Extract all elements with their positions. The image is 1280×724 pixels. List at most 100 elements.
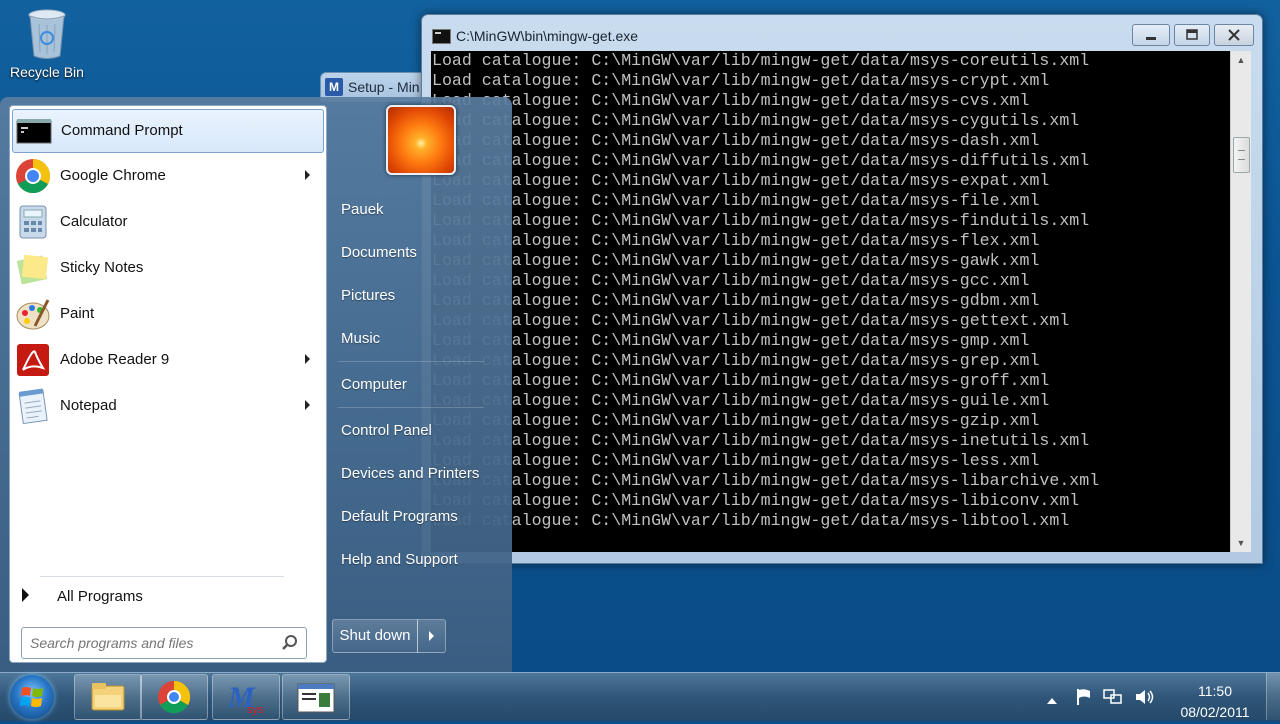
recycle-bin[interactable]: Recycle Bin xyxy=(6,6,88,80)
network-icon[interactable] xyxy=(1103,688,1123,711)
console-line: Load catalogue: C:\MinGW\var/lib/mingw-g… xyxy=(432,431,1090,450)
console-line: Load catalogue: C:\MinGW\var/lib/mingw-g… xyxy=(432,471,1100,490)
all-programs-button[interactable]: All Programs xyxy=(20,583,320,609)
console-line: Load catalogue: C:\MinGW\var/lib/mingw-g… xyxy=(432,151,1090,170)
scroll-down-icon[interactable]: ▼ xyxy=(1231,534,1251,552)
program-item-label: Paint xyxy=(60,305,95,322)
taskbar-console[interactable] xyxy=(282,674,350,720)
console-window-icon xyxy=(297,683,335,713)
sticky-notes-icon xyxy=(15,250,51,286)
taskbar-explorer[interactable] xyxy=(74,674,142,720)
console-line: Load catalogue: C:\MinGW\var/lib/mingw-g… xyxy=(432,51,1090,70)
volume-icon[interactable] xyxy=(1134,688,1156,711)
show-hidden-icons-icon[interactable] xyxy=(1047,692,1057,710)
program-item-label: Sticky Notes xyxy=(60,259,144,276)
start-link-control-panel[interactable]: Control Panel xyxy=(341,422,432,439)
divider xyxy=(40,576,284,577)
taskbar-chrome[interactable] xyxy=(140,674,208,720)
clock[interactable]: 11:50 08/02/2011 xyxy=(1165,681,1265,723)
start-link-help-and-support[interactable]: Help and Support xyxy=(341,551,458,568)
console-line: Load catalogue: C:\MinGW\var/lib/mingw-g… xyxy=(432,511,1070,530)
recycle-bin-label: Recycle Bin xyxy=(10,64,84,80)
console-line: Load catalogue: C:\MinGW\var/lib/mingw-g… xyxy=(432,71,1050,90)
console-line: Load catalogue: C:\MinGW\var/lib/mingw-g… xyxy=(432,291,1040,310)
console-line: Load catalogue: C:\MinGW\var/lib/mingw-g… xyxy=(432,491,1080,510)
divider xyxy=(338,361,484,362)
console-window-title: C:\MinGW\bin\mingw-get.exe xyxy=(456,28,639,44)
console-scrollbar[interactable]: ▲ ▼ xyxy=(1230,51,1251,552)
program-item-label: Adobe Reader 9 xyxy=(60,351,170,368)
search-input[interactable] xyxy=(28,632,272,654)
notepad-icon xyxy=(15,388,51,425)
maximize-button[interactable] xyxy=(1174,24,1210,46)
user-picture[interactable] xyxy=(386,105,456,175)
program-item-command-prompt[interactable]: Command Prompt xyxy=(12,109,324,153)
adobe-reader-icon xyxy=(15,342,51,378)
all-programs-label: All Programs xyxy=(57,588,143,605)
start-link-devices-and-printers[interactable]: Devices and Printers xyxy=(341,465,479,482)
console-line: Load catalogue: C:\MinGW\var/lib/mingw-g… xyxy=(432,311,1070,330)
scroll-up-icon[interactable]: ▲ xyxy=(1231,51,1251,69)
chrome-icon xyxy=(158,680,191,714)
program-item-label: Google Chrome xyxy=(60,167,166,184)
minimize-button[interactable] xyxy=(1132,24,1170,46)
console-line: Load catalogue: C:\MinGW\var/lib/mingw-g… xyxy=(432,351,1040,370)
explorer-icon xyxy=(91,683,125,711)
start-menu: Command Prompt Google Chrome Calculator Sti… xyxy=(0,97,512,672)
scrollbar-thumb[interactable] xyxy=(1233,137,1250,173)
shutdown-button[interactable]: Shut down xyxy=(332,619,418,653)
start-link-documents[interactable]: Documents xyxy=(341,244,417,261)
all-programs-arrow-icon xyxy=(22,588,29,602)
start-link-pauek[interactable]: Pauek xyxy=(341,201,384,218)
clock-time: 11:50 xyxy=(1198,683,1232,699)
console-line: Load catalogue: C:\MinGW\var/lib/mingw-g… xyxy=(432,251,1040,270)
msys-icon: Msys xyxy=(227,681,264,716)
svg-text:sys: sys xyxy=(247,704,264,716)
program-item-label: Command Prompt xyxy=(61,122,183,139)
chrome-icon xyxy=(15,158,51,194)
console-line: Load catalogue: C:\MinGW\var/lib/mingw-g… xyxy=(432,91,1030,110)
program-item-label: Calculator xyxy=(60,213,128,230)
start-menu-programs-pane: Command Prompt Google Chrome Calculator Sti… xyxy=(9,105,327,663)
console-output: Load catalogue: C:\MinGW\var/lib/mingw-g… xyxy=(431,51,1230,552)
program-item-paint[interactable]: Paint xyxy=(12,293,322,335)
cmd-icon xyxy=(16,113,52,149)
start-link-computer[interactable]: Computer xyxy=(341,376,407,393)
paint-icon xyxy=(15,296,51,332)
console-window[interactable]: C:\MinGW\bin\mingw-get.exe Load catalogu… xyxy=(421,14,1263,564)
recycle-bin-icon xyxy=(27,8,67,60)
console-line: Load catalogue: C:\MinGW\var/lib/mingw-g… xyxy=(432,111,1080,130)
start-button[interactable] xyxy=(10,675,54,719)
taskbar-msys[interactable]: Msys xyxy=(212,674,280,720)
console-line: Load catalogue: C:\MinGW\var/lib/mingw-g… xyxy=(432,411,1040,430)
console-window-icon xyxy=(432,29,451,44)
program-item-notepad[interactable]: Notepad xyxy=(12,385,322,427)
program-item-adobe-reader-9[interactable]: Adobe Reader 9 xyxy=(12,339,322,381)
program-item-calculator[interactable]: Calculator xyxy=(12,201,322,243)
msys-icon: M xyxy=(325,78,343,96)
submenu-arrow-icon[interactable] xyxy=(305,170,310,180)
action-center-flag-icon[interactable] xyxy=(1076,688,1092,711)
taskbar: Msys 11:50 08/02/2011 xyxy=(0,672,1280,721)
search-icon[interactable] xyxy=(282,635,298,656)
console-line: Load catalogue: C:\MinGW\var/lib/mingw-g… xyxy=(432,171,1050,190)
program-item-label: Notepad xyxy=(60,397,117,414)
divider xyxy=(338,407,484,408)
show-desktop-button[interactable] xyxy=(1266,673,1280,720)
search-box[interactable] xyxy=(21,627,307,659)
windows-logo-icon xyxy=(20,687,43,707)
program-item-google-chrome[interactable]: Google Chrome xyxy=(12,155,322,197)
setup-window-title: Setup - Min xyxy=(348,79,420,95)
program-item-sticky-notes[interactable]: Sticky Notes xyxy=(12,247,322,289)
submenu-arrow-icon[interactable] xyxy=(305,354,310,364)
console-line: Load catalogue: C:\MinGW\var/lib/mingw-g… xyxy=(432,451,1040,470)
submenu-arrow-icon[interactable] xyxy=(305,400,310,410)
calculator-icon xyxy=(15,204,51,240)
start-link-music[interactable]: Music xyxy=(341,330,380,347)
console-line: Load catalogue: C:\MinGW\var/lib/mingw-g… xyxy=(432,131,1040,150)
start-link-default-programs[interactable]: Default Programs xyxy=(341,508,458,525)
shutdown-options-button[interactable] xyxy=(417,619,446,653)
close-button[interactable] xyxy=(1214,24,1254,46)
console-line: Load catalogue: C:\MinGW\var/lib/mingw-g… xyxy=(432,391,1050,410)
start-link-pictures[interactable]: Pictures xyxy=(341,287,395,304)
